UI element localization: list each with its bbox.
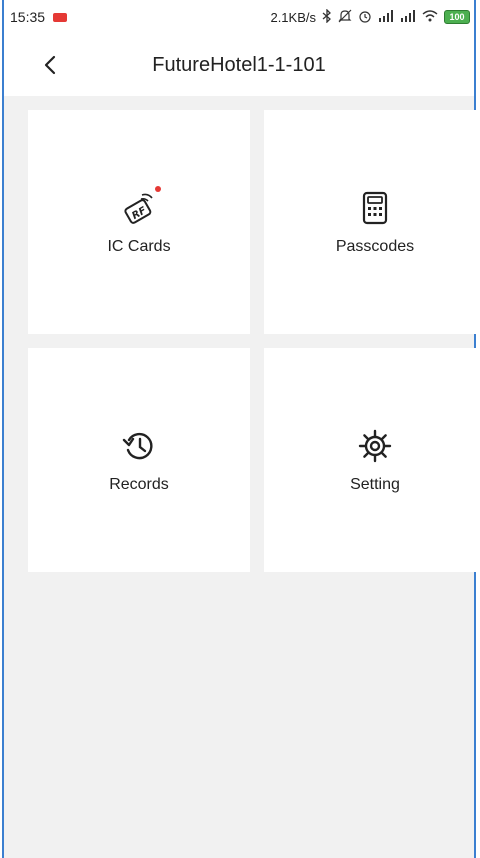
mute-icon [338,9,352,26]
status-bar: 15:35 2.1KB/s 100 [4,0,474,34]
passcodes-label: Passcodes [335,238,415,255]
status-time: 15:35 [10,9,46,25]
net-speed: 2.1KB/s [270,9,316,25]
back-button[interactable] [36,51,64,79]
setting-label: Setting [350,476,400,493]
rf-card-icon: RF [119,186,161,228]
history-icon [119,426,159,466]
signal-2-icon [400,9,416,25]
battery-icon: 100 [444,10,470,24]
feature-grid: RF IC Cards Passcodes Records Setting [28,110,480,572]
ic-cards-label: IC Cards [107,238,171,255]
keypad-icon [355,188,395,228]
records-label: Records [109,476,169,493]
svg-text:RF: RF [130,205,148,222]
notification-dot [155,186,161,192]
setting-tile[interactable]: Setting [264,348,480,572]
ic-cards-tile[interactable]: RF IC Cards [28,110,250,334]
signal-icon [378,9,394,25]
wifi-icon [422,9,438,25]
app-header: FutureHotel1-1-101 [4,34,474,96]
passcodes-tile[interactable]: Passcodes [264,110,480,334]
notification-icon [53,12,68,22]
records-tile[interactable]: Records [28,348,250,572]
page-title: FutureHotel1-1-101 [152,53,326,76]
app-frame: 15:35 2.1KB/s 100 FutureHotel1-1-101 RF … [2,0,480,858]
chevron-left-icon [44,55,56,75]
gear-icon [355,426,395,466]
alarm-icon [358,9,372,26]
bluetooth-icon [322,7,332,26]
